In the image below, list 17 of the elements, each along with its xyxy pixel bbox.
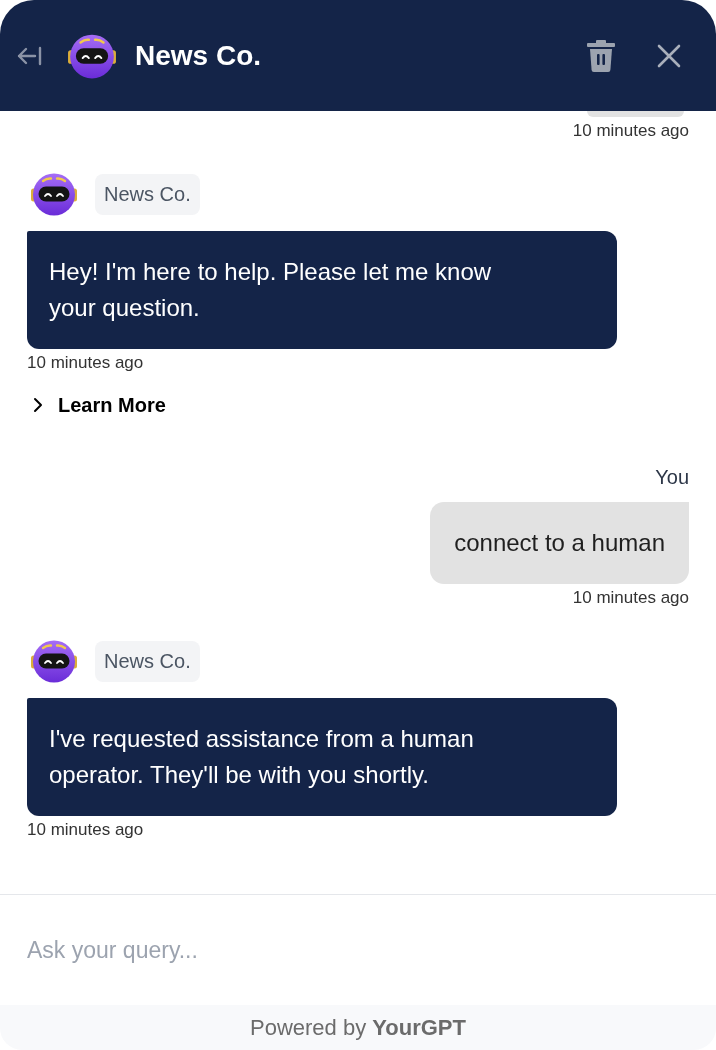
sender-name: News Co. bbox=[95, 173, 200, 215]
back-icon[interactable] bbox=[16, 44, 42, 67]
message-timestamp: 10 minutes ago bbox=[27, 820, 144, 840]
close-icon[interactable] bbox=[657, 43, 681, 68]
message-bubble: Hey! I'm here to help. Please let me know your question. bbox=[27, 231, 617, 349]
sender-name: News Co. bbox=[95, 640, 200, 682]
learn-more-toggle[interactable]: Learn More bbox=[27, 393, 166, 417]
message-timestamp: 10 minutes ago bbox=[572, 588, 689, 608]
message-bubble: connect to a human bbox=[430, 502, 689, 584]
trash-icon[interactable] bbox=[587, 39, 615, 72]
message-bubble: I've requested assistance from a human operator. They'll be with you shortly. bbox=[27, 698, 617, 816]
message-timestamp: 10 minutes ago bbox=[572, 121, 689, 141]
sender-name: You bbox=[655, 465, 689, 489]
message-input[interactable]: Ask your query... bbox=[0, 895, 716, 1005]
message-timestamp: 10 minutes ago bbox=[27, 353, 144, 373]
chat-title: News Co. bbox=[135, 38, 262, 73]
powered-by-text: Powered by YourGPT bbox=[250, 1013, 466, 1042]
